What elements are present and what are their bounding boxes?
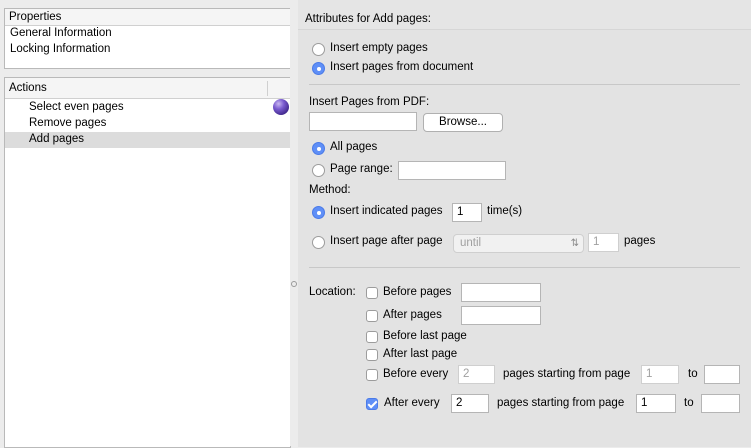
property-locking-information[interactable]: Locking Information xyxy=(10,43,110,55)
insert-indicated-label: Insert indicated pages xyxy=(330,205,443,217)
before-pages-field[interactable] xyxy=(461,283,541,302)
action-item-remove-pages[interactable]: Remove pages xyxy=(5,116,290,132)
action-label: Remove pages xyxy=(29,117,107,129)
insert-from-pdf-label: Insert Pages from PDF: xyxy=(309,96,430,108)
divider xyxy=(309,84,740,85)
properties-header: Properties xyxy=(5,9,290,26)
before-last-page-label: Before last page xyxy=(383,330,467,342)
insert-empty-pages-label: Insert empty pages xyxy=(330,42,428,54)
until-select[interactable]: until ⇅ xyxy=(453,234,584,253)
insert-from-document-label: Insert pages from document xyxy=(330,61,474,73)
page-range-field[interactable] xyxy=(398,161,506,180)
pane-splitter[interactable] xyxy=(290,0,298,446)
pages-count-field[interactable]: 1 xyxy=(588,233,619,252)
property-general-information[interactable]: General Information xyxy=(10,27,112,39)
after-last-page-label: After last page xyxy=(383,348,458,360)
after-every-count-field[interactable]: 2 xyxy=(451,394,489,413)
action-label: Select even pages xyxy=(29,101,124,113)
until-select-value: until xyxy=(460,237,482,249)
action-label: Add pages xyxy=(29,133,84,145)
location-label: Location: xyxy=(309,286,356,298)
after-last-page-checkbox[interactable] xyxy=(366,349,378,361)
insert-from-document-radio[interactable] xyxy=(312,62,325,75)
insert-after-page-radio[interactable] xyxy=(312,236,325,249)
before-every-end-field[interactable] xyxy=(704,365,740,384)
before-pages-checkbox[interactable] xyxy=(366,287,378,299)
after-every-end-field[interactable] xyxy=(701,394,740,413)
all-pages-label: All pages xyxy=(330,141,378,153)
insert-after-page-label: Insert page after page xyxy=(330,235,443,247)
before-every-start-field[interactable]: 1 xyxy=(641,365,679,384)
pdf-path-field[interactable] xyxy=(309,112,417,131)
after-every-label: After every xyxy=(384,397,440,409)
before-every-middle-label: pages starting from page xyxy=(503,368,631,380)
times-field[interactable]: 1 xyxy=(452,203,482,222)
after-pages-field[interactable] xyxy=(461,306,541,325)
before-every-to-label: to xyxy=(688,368,698,380)
status-indicator-icon xyxy=(273,99,289,115)
pages-suffix: pages xyxy=(624,235,656,247)
properties-title: Properties xyxy=(9,11,62,23)
after-every-start-field[interactable]: 1 xyxy=(636,394,676,413)
all-pages-radio[interactable] xyxy=(312,142,325,155)
splitter-grip-icon[interactable] xyxy=(291,281,297,287)
after-every-to-label: to xyxy=(684,397,694,409)
before-every-label: Before every xyxy=(383,368,449,380)
properties-panel: Properties General Information Locking I… xyxy=(4,8,291,69)
attributes-title: Attributes for Add pages: xyxy=(305,13,431,25)
page-range-label: Page range: xyxy=(330,163,393,175)
action-item-add-pages[interactable]: Add pages xyxy=(5,132,290,148)
column-separator[interactable] xyxy=(267,81,268,96)
before-every-checkbox[interactable] xyxy=(366,369,378,381)
action-item-select-even-pages[interactable]: Select even pages xyxy=(5,100,290,116)
method-label: Method: xyxy=(309,184,351,196)
after-every-checkbox[interactable] xyxy=(366,398,378,410)
after-pages-label: After pages xyxy=(383,309,442,321)
actions-panel: Actions Select even pages Remove pages A… xyxy=(4,77,291,448)
before-pages-label: Before pages xyxy=(383,286,452,298)
actions-header: Actions xyxy=(5,78,290,99)
before-every-count-field[interactable]: 2 xyxy=(458,365,495,384)
insert-indicated-radio[interactable] xyxy=(312,206,325,219)
after-pages-checkbox[interactable] xyxy=(366,310,378,322)
browse-button[interactable]: Browse... xyxy=(423,113,503,132)
chevron-updown-icon: ⇅ xyxy=(570,238,579,249)
actions-title: Actions xyxy=(9,82,47,94)
after-every-middle-label: pages starting from page xyxy=(497,397,625,409)
insert-empty-pages-radio[interactable] xyxy=(312,43,325,56)
page-range-radio[interactable] xyxy=(312,164,325,177)
before-last-page-checkbox[interactable] xyxy=(366,331,378,343)
divider xyxy=(309,267,740,268)
times-suffix: time(s) xyxy=(487,205,523,217)
